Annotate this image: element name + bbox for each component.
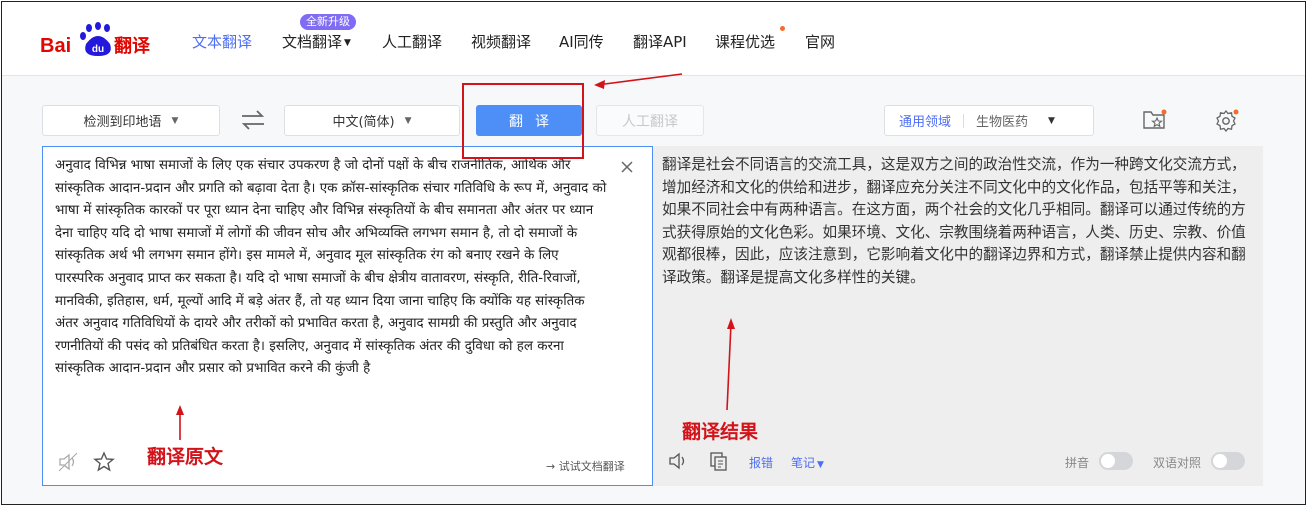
nav-translate-api[interactable]: 翻译API xyxy=(633,31,687,52)
pinyin-toggle[interactable] xyxy=(1099,452,1133,470)
pinyin-label: 拼音 xyxy=(1065,456,1090,470)
nav-text-translate[interactable]: 文本翻译 xyxy=(192,31,252,52)
nav-human-translate[interactable]: 人工翻译 xyxy=(382,31,442,52)
logo-bai-text: Bai xyxy=(40,35,71,57)
dropdown-caret-icon: ▼ xyxy=(817,460,824,470)
divider xyxy=(963,113,965,128)
nav-video-translate[interactable]: 视频翻译 xyxy=(471,31,531,52)
source-text-panel[interactable]: अनुवाद विभिन्न भाषा समाजों के लिए एक संच… xyxy=(42,146,653,486)
bilingual-toggle[interactable] xyxy=(1211,452,1245,470)
report-error-link[interactable]: 报错 xyxy=(749,454,773,471)
result-text: 翻译是社会不同语言的交流工具，这是双方之间的政治性交流，作为一种跨文化交流方式，… xyxy=(662,156,1246,286)
try-doc-translate-link[interactable]: → 试试文档翻译 xyxy=(546,458,625,474)
paw-icon: du xyxy=(80,22,111,56)
source-annotation-label: 翻译原文 xyxy=(147,446,224,468)
speaker-muted-icon[interactable] xyxy=(57,451,79,473)
human-translate-button[interactable]: 人工翻译 xyxy=(596,105,704,136)
target-language-select[interactable]: 中文(简体) ▼ xyxy=(284,105,460,136)
favorites-folder-icon[interactable] xyxy=(1142,108,1168,132)
result-annotation-label: 翻译结果 xyxy=(682,421,759,443)
speaker-icon[interactable] xyxy=(667,450,689,472)
nav-official-site[interactable]: 官网 xyxy=(805,31,835,52)
arrow-to-translate-button xyxy=(594,73,683,89)
nav-ai-interpretation[interactable]: AI同传 xyxy=(559,31,604,52)
dropdown-arrow-icon: ▼ xyxy=(404,115,412,126)
copy-icon[interactable] xyxy=(708,450,730,472)
notification-dot xyxy=(780,26,785,31)
domain-general[interactable]: 通用领域 xyxy=(899,111,951,130)
star-favorite-icon[interactable] xyxy=(93,451,115,473)
app-frame: Bai du 翻译 文本翻译 文档翻译 ▼ 全新升级 人工翻译 视频翻译 AI同传… xyxy=(1,1,1306,505)
top-nav-bar: Bai du 翻译 文本翻译 文档翻译 ▼ 全新升级 人工翻译 视频翻译 AI同传… xyxy=(2,2,1305,76)
source-language-label: 检测到印地语 xyxy=(83,115,162,130)
nav-doc-translate[interactable]: 文档翻译 ▼ xyxy=(282,31,351,52)
new-upgrade-badge: 全新升级 xyxy=(300,14,356,30)
nav-courses[interactable]: 课程优选 xyxy=(715,31,775,52)
dropdown-caret-icon: ▼ xyxy=(344,38,351,48)
domain-biomedical[interactable]: 生物医药 xyxy=(976,111,1028,130)
translate-button[interactable]: 翻译 xyxy=(476,105,582,136)
target-language-label: 中文(简体) xyxy=(332,115,395,130)
source-textarea[interactable]: अनुवाद विभिन्न भाषा समाजों के लिए एक संच… xyxy=(55,155,611,381)
logo-du-text: du xyxy=(92,44,104,55)
settings-gear-icon[interactable] xyxy=(1214,108,1240,132)
dropdown-arrow-icon: ▼ xyxy=(171,115,179,126)
bilingual-label: 双语对照 xyxy=(1153,456,1202,470)
baidu-translate-logo[interactable]: Bai du 翻译 xyxy=(40,22,155,62)
source-language-select[interactable]: 检测到印地语 ▼ xyxy=(42,105,220,136)
notes-dropdown[interactable]: 笔记 ▼ xyxy=(791,454,824,471)
domain-select[interactable]: 通用领域 生物医药 ▼ xyxy=(884,105,1094,136)
clear-text-close-icon[interactable] xyxy=(619,159,635,175)
logo-fanyi-text: 翻译 xyxy=(114,35,151,57)
swap-languages-icon[interactable] xyxy=(240,109,266,131)
dropdown-arrow-icon: ▼ xyxy=(1048,115,1055,126)
